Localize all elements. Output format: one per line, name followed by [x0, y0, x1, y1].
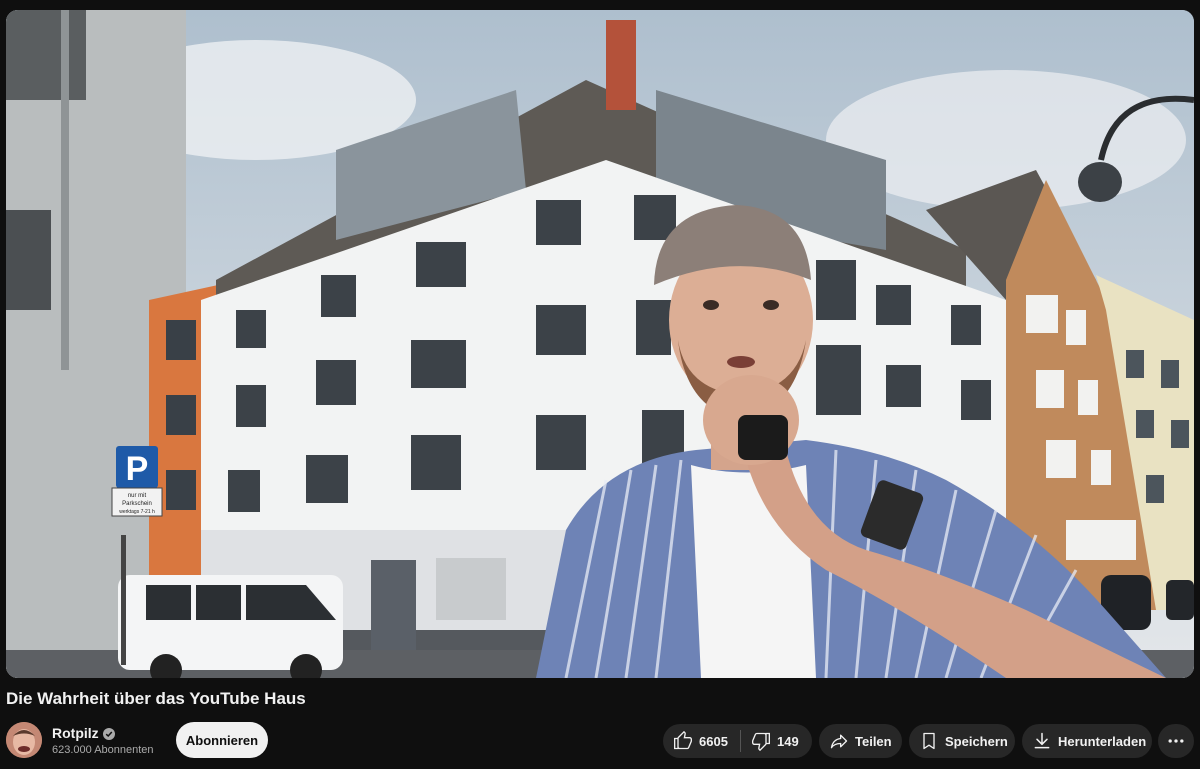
parking-sign-line2: Parkschein [122, 501, 152, 507]
video-player[interactable]: P nur mit Parkschein werktags 7-21 h [6, 10, 1194, 678]
like-button[interactable]: 6605 [663, 724, 740, 758]
download-icon [1032, 731, 1052, 751]
thumbs-down-icon [751, 731, 771, 751]
video-frame: P nur mit Parkschein werktags 7-21 h [6, 10, 1194, 678]
download-button[interactable]: Herunterladen [1022, 724, 1152, 758]
channel-name[interactable]: Rotpilz [52, 725, 99, 741]
channel-avatar[interactable] [6, 722, 42, 758]
save-label: Speichern [945, 733, 1008, 749]
verified-check-icon [102, 727, 115, 740]
subscriber-count: 623.000 Abonnenten [52, 743, 154, 756]
save-button[interactable]: Speichern [909, 724, 1015, 758]
subscribe-button[interactable]: Abonnieren [176, 722, 268, 758]
thumbs-up-icon [673, 731, 693, 751]
like-count: 6605 [699, 733, 728, 749]
dislike-count: 149 [777, 733, 799, 749]
parking-sign-letter: P [126, 450, 149, 488]
dislike-button[interactable]: 149 [741, 724, 799, 758]
parking-sign-line3: werktags 7-21 h [119, 509, 155, 515]
like-dislike-group: 6605 149 [663, 724, 812, 758]
download-label: Herunterladen [1058, 733, 1147, 749]
video-title: Die Wahrheit über das YouTube Haus [6, 689, 306, 708]
channel-owner: Rotpilz 623.000 Abonnenten [6, 720, 154, 760]
parking-sign-line1: nur mit [128, 493, 147, 499]
bookmark-icon [919, 731, 939, 751]
share-label: Teilen [855, 733, 892, 749]
more-horizontal-icon [1166, 731, 1186, 751]
share-arrow-icon [829, 731, 849, 751]
more-actions-button[interactable] [1158, 724, 1194, 758]
share-button[interactable]: Teilen [819, 724, 902, 758]
